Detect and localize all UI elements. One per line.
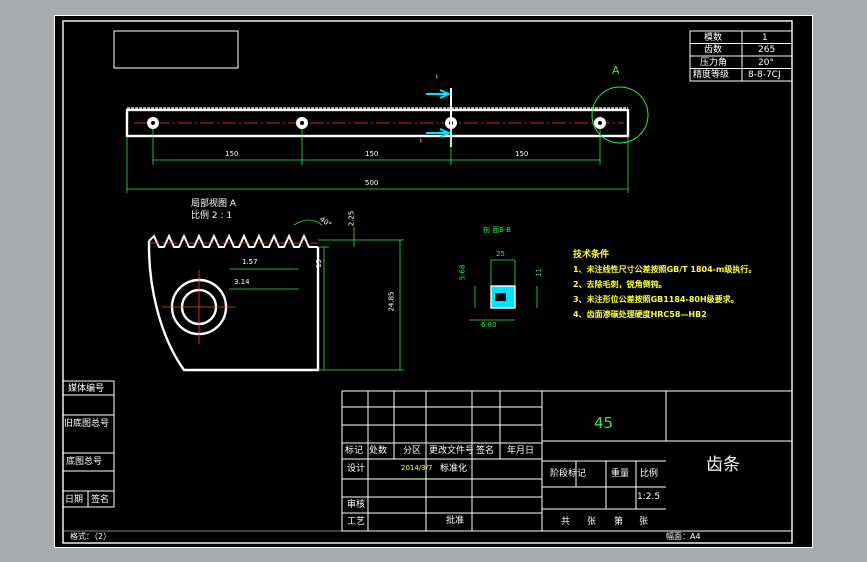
- param-value-pressure-angle: 20°: [758, 58, 774, 68]
- detail-dim-2-25: 2.25: [347, 210, 356, 227]
- sheets-unit-2: 张: [639, 517, 649, 527]
- hdr-zone: 分区: [403, 446, 422, 456]
- side-label-media-no: 媒体编号: [68, 384, 105, 394]
- detail-title: 局部视图 A: [191, 199, 237, 209]
- footer-paper: 幅面：A4: [666, 532, 701, 541]
- side-label-old-drawing-no: 旧底图总号: [64, 419, 110, 429]
- section-dim-25: 25: [496, 250, 505, 258]
- section-mark-top: I: [436, 74, 438, 81]
- view-a-circle: [591, 86, 649, 144]
- hdr-count: 处数: [369, 446, 388, 456]
- param-label-accuracy: 精度等级: [693, 70, 730, 80]
- section-b-b: [469, 259, 538, 321]
- detail-dim-3-14: 3.14: [234, 278, 250, 286]
- sheets-total-label: 共: [561, 517, 571, 527]
- dim-overall: 500: [365, 179, 379, 187]
- detail-dim-1-57: 1.57: [242, 258, 258, 266]
- detail-dim-15: 15: [314, 259, 323, 268]
- stage-label: 阶段标记: [550, 469, 587, 479]
- view-a-label: A: [612, 64, 620, 77]
- section-mark-bottom: I: [420, 138, 422, 145]
- param-label-module: 模数: [704, 33, 723, 43]
- section-dim-11: 11: [534, 268, 543, 277]
- cad-drawing: [54, 15, 813, 548]
- scale-label: 比例: [640, 469, 659, 479]
- detail-view-a: [147, 219, 404, 372]
- rack-main-view: [125, 86, 649, 147]
- side-label-drawing-no: 底图总号: [66, 457, 103, 467]
- param-value-module: 1: [762, 33, 768, 43]
- side-label-strip: [62, 380, 115, 508]
- section-dim-5-68: 5.68: [458, 264, 467, 281]
- footer-format: 格式：（2）: [70, 532, 112, 541]
- scale-value: 1:2.5: [637, 492, 661, 502]
- design-label: 设计: [347, 464, 366, 474]
- material-value: 45: [594, 414, 614, 432]
- param-value-teeth: 265: [758, 45, 776, 55]
- detail-scale: 比例 2 : 1: [191, 211, 233, 221]
- tech-req-title: 技术条件: [573, 250, 610, 260]
- param-value-accuracy: 8-8-7CJ: [748, 70, 781, 80]
- detail-dim-24-85: 24.85: [387, 291, 396, 312]
- process-label: 工艺: [347, 517, 366, 527]
- sheets-unit-1: 张: [587, 517, 597, 527]
- sheet-no-label: 第: [614, 517, 624, 527]
- outer-border: [54, 15, 813, 548]
- approve-label: 批准: [446, 516, 465, 526]
- tech-req-item-4: 4、齿面渗碳处理硬度HRC58—HB2: [573, 310, 707, 319]
- detail-outline: [147, 241, 320, 372]
- hdr-sign: 签名: [476, 446, 495, 456]
- tech-req-item-1: 1、未注线性尺寸公差按照GB/T 1804-m级执行。: [573, 265, 757, 274]
- drawing-sheet: 模数 1 齿数 265 压力角 20° 精度等级 8-8-7CJ A I I 1…: [54, 15, 813, 548]
- top-left-box: [113, 30, 239, 69]
- dim-seg-1: 150: [225, 150, 239, 158]
- design-date: 2014/3/7: [401, 464, 433, 472]
- section-dim-6-80: 6.80: [481, 321, 497, 329]
- hdr-date: 年月日: [507, 446, 535, 456]
- section-arrow-top: [426, 89, 452, 99]
- tech-req-item-2: 2、去除毛刺，锐角倒钝。: [573, 280, 667, 289]
- param-label-pressure-angle: 压力角: [700, 58, 728, 68]
- section-title: 剖 面B-B: [483, 226, 512, 234]
- detail-teeth: [148, 233, 318, 248]
- hdr-change-doc: 更改文件号: [429, 446, 475, 456]
- part-name: 齿条: [706, 455, 740, 475]
- dim-seg-2: 150: [365, 150, 379, 158]
- standardize-label: 标准化: [440, 464, 468, 474]
- tech-req-item-3: 3、未注形位公差按照GB1184-80H级要求。: [573, 295, 739, 304]
- dim-seg-3: 150: [515, 150, 529, 158]
- hdr-mark: 标记: [345, 446, 364, 456]
- side-label-date: 日期: [65, 495, 84, 505]
- weight-label: 重量: [611, 469, 630, 479]
- side-label-signature: 签名: [91, 495, 110, 505]
- param-label-teeth: 齿数: [704, 45, 723, 55]
- review-label: 审核: [347, 500, 366, 510]
